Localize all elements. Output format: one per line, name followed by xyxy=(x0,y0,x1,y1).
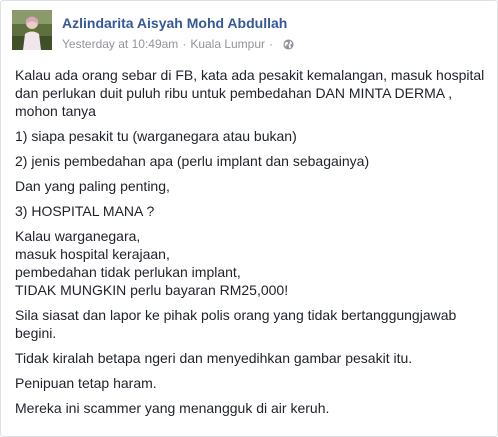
post-paragraph: Kalau ada orang sebar di FB, kata ada pe… xyxy=(15,66,489,120)
post-paragraph: Dan yang paling penting, xyxy=(15,177,489,195)
post-text-line: Mereka ini scammer yang menangguk di air… xyxy=(15,400,330,416)
post-paragraph: Kalau warganegara, masuk hospital keraja… xyxy=(15,227,489,299)
post-text-line: Sila siasat dan lapor ke pihak polis ora… xyxy=(15,307,457,341)
post-meta: Yesterday at 10:49am · Kuala Lumpur · xyxy=(62,37,294,51)
post-paragraph: 2) jenis pembedahan apa (perlu implant d… xyxy=(15,152,489,170)
globe-icon[interactable] xyxy=(283,38,294,50)
post-timestamp-link[interactable]: Yesterday at 10:49am xyxy=(62,37,178,51)
post-paragraph: 1) siapa pesakit tu (warganegara atau bu… xyxy=(15,127,489,145)
meta-separator: · xyxy=(269,37,274,51)
post-text-line: Kalau warganegara, xyxy=(15,228,141,244)
post-paragraph: Mereka ini scammer yang menangguk di air… xyxy=(15,399,489,417)
author-name-link[interactable]: Azlindarita Aisyah Mohd Abdullah xyxy=(62,15,287,31)
post-text-line: 1) siapa pesakit tu (warganegara atau bu… xyxy=(15,128,297,144)
post-text-line: Dan yang paling penting, xyxy=(15,178,170,194)
post-text-line: 3) HOSPITAL MANA ? xyxy=(15,203,155,219)
post-text-line: TIDAK MUNGKIN perlu bayaran RM25,000! xyxy=(15,282,289,298)
avatar[interactable] xyxy=(12,10,52,50)
post-text-line: pembedahan tidak perlukan implant, xyxy=(15,264,241,280)
post-text-line: masuk hospital kerajaan, xyxy=(15,246,170,262)
location-link[interactable]: Kuala Lumpur xyxy=(190,37,265,51)
meta-separator: · xyxy=(182,37,187,51)
post-card: Azlindarita Aisyah Mohd Abdullah Yesterd… xyxy=(0,0,498,437)
post-text-line: Kalau ada orang sebar di FB, kata ada pe… xyxy=(15,67,485,119)
post-body: Kalau ada orang sebar di FB, kata ada pe… xyxy=(15,66,489,424)
post-paragraph: Sila siasat dan lapor ke pihak polis ora… xyxy=(15,306,489,342)
post-paragraph: 3) HOSPITAL MANA ? xyxy=(15,202,489,220)
post-text-line: Penipuan tetap haram. xyxy=(15,375,157,391)
post-text-line: Tidak kiralah betapa ngeri dan menyedihk… xyxy=(15,350,413,366)
post-paragraph: Penipuan tetap haram. xyxy=(15,374,489,392)
post-paragraph: Tidak kiralah betapa ngeri dan menyedihk… xyxy=(15,349,489,367)
post-header: Azlindarita Aisyah Mohd Abdullah Yesterd… xyxy=(12,10,487,54)
post-text-line: 2) jenis pembedahan apa (perlu implant d… xyxy=(15,153,370,169)
profile-photo-icon xyxy=(12,10,52,50)
